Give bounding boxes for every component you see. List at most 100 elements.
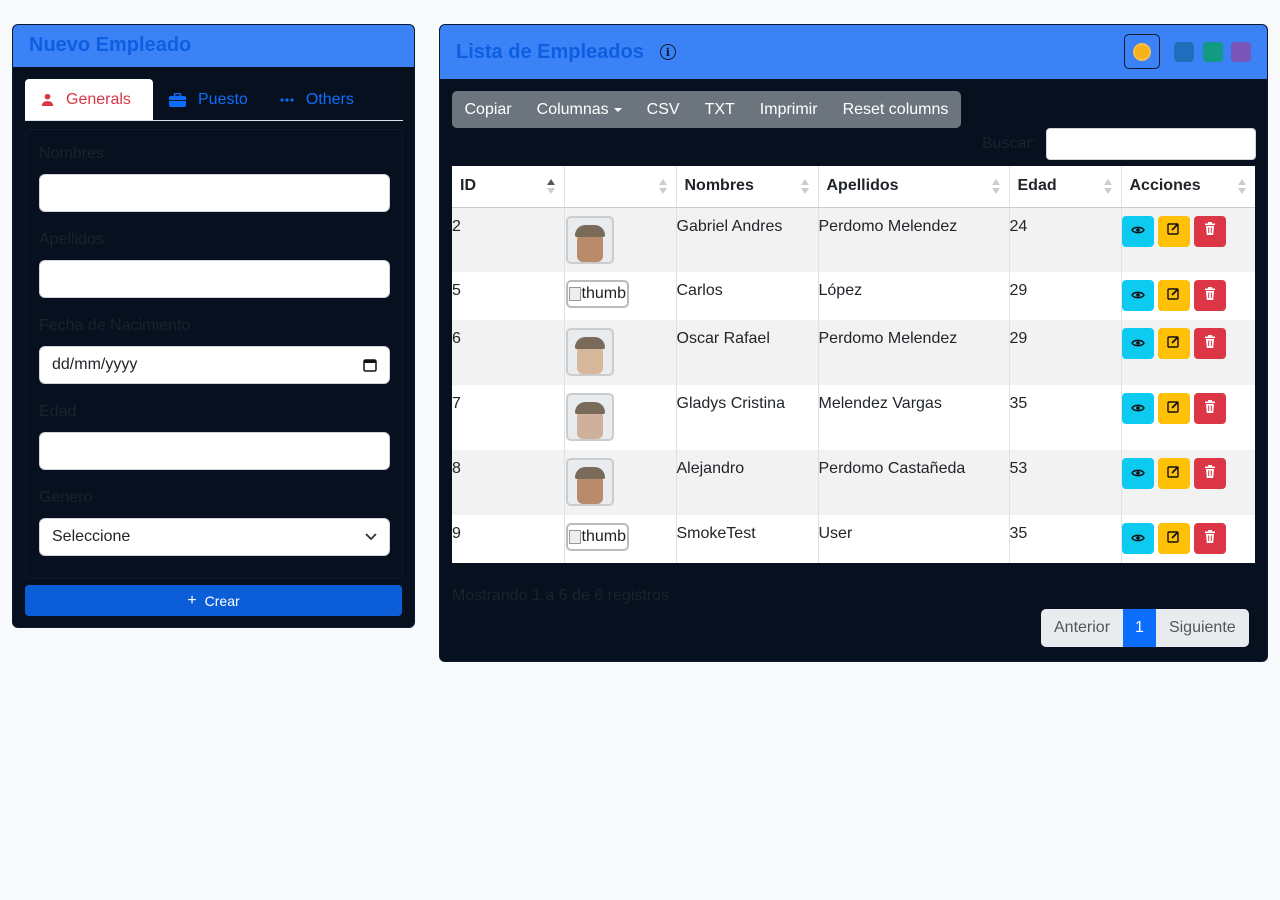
cell-nombres: Gabriel Andres <box>676 207 819 272</box>
cell-apellidos: López <box>818 272 1010 320</box>
edit-button[interactable] <box>1157 458 1190 489</box>
edit-button[interactable] <box>1157 280 1190 311</box>
generals-pane: Nombres Apellidos Fecha de Nacimiento dd… <box>25 129 403 579</box>
nombres-label: Nombres <box>39 145 104 162</box>
cell-edad: 35 <box>1009 385 1122 450</box>
pagination-page-1[interactable]: 1 <box>1123 609 1156 647</box>
edad-input[interactable] <box>39 432 390 470</box>
cell-acciones <box>1121 207 1255 272</box>
employee-photo <box>565 458 614 506</box>
employee-list-title: Lista de Empleados <box>456 40 644 63</box>
delete-button[interactable] <box>1193 393 1226 424</box>
copy-button[interactable]: Copiar <box>452 91 524 128</box>
cell-nombres: Alejandro <box>676 450 819 515</box>
thumb-alt-text: thumb <box>581 528 626 545</box>
dots-icon <box>280 97 294 102</box>
trash-icon <box>1204 529 1216 548</box>
info-icon[interactable]: i <box>659 44 676 60</box>
apellidos-label: Apellidos <box>39 231 104 248</box>
tab-puesto[interactable]: Puesto <box>153 79 264 120</box>
delete-button[interactable] <box>1193 328 1226 359</box>
theme-swatch-blue[interactable] <box>1174 42 1194 62</box>
theme-swatch-teal[interactable] <box>1203 42 1223 62</box>
employee-photo <box>565 393 614 441</box>
cell-acciones <box>1121 450 1255 515</box>
cell-id: 5 <box>452 272 565 320</box>
pagination-next[interactable]: Siguiente <box>1156 609 1249 647</box>
tab-others[interactable]: Others <box>264 79 370 120</box>
edit-icon <box>1167 400 1180 418</box>
search-input[interactable] <box>1046 128 1256 160</box>
column-header-id[interactable]: ID <box>452 166 565 208</box>
tab-generals[interactable]: Generals <box>25 79 153 120</box>
eye-icon <box>1130 400 1145 418</box>
view-button[interactable] <box>1121 328 1154 359</box>
delete-button[interactable] <box>1193 280 1226 311</box>
eye-icon <box>1130 465 1145 483</box>
delete-button[interactable] <box>1193 215 1226 247</box>
edit-icon <box>1167 465 1180 483</box>
delete-button[interactable] <box>1193 458 1226 489</box>
delete-button[interactable] <box>1193 523 1226 554</box>
fecha-input[interactable]: dd/mm/yyyy <box>39 346 390 384</box>
column-header-acciones[interactable]: Acciones <box>1121 166 1255 208</box>
column-header-photo[interactable] <box>564 166 677 208</box>
edit-button[interactable] <box>1157 523 1190 554</box>
pagination-prev[interactable]: Anterior <box>1041 609 1123 647</box>
csv-button[interactable]: CSV <box>634 91 692 128</box>
theme-swatch-purple[interactable] <box>1231 42 1251 62</box>
view-button[interactable] <box>1121 523 1154 554</box>
tab-generals-label: Generals <box>66 90 131 108</box>
view-button[interactable] <box>1121 458 1154 489</box>
theme-toggle-button[interactable] <box>1124 34 1160 69</box>
sort-icon <box>658 179 667 194</box>
edit-button[interactable] <box>1157 215 1190 247</box>
search-label: Buscar: <box>982 135 1037 152</box>
view-button[interactable] <box>1121 393 1154 424</box>
print-button[interactable]: Imprimir <box>747 91 830 128</box>
table-row: 7 Gladys Cristina Melendez Vargas 35 <box>452 385 1255 450</box>
reset-columns-button[interactable]: Reset columns <box>830 91 961 128</box>
apellidos-input[interactable] <box>39 260 390 298</box>
employee-table-body: 2 Gabriel Andres Perdomo Melendez 24 5 thumb C… <box>452 207 1255 563</box>
create-button[interactable]: + Crear <box>25 585 402 616</box>
create-button-label: Crear <box>204 592 240 609</box>
cell-acciones <box>1121 515 1255 563</box>
form-tabs: Generals Puesto Others <box>25 79 403 121</box>
column-header-nombres[interactable]: Nombres <box>676 166 819 208</box>
edit-icon <box>1167 222 1180 240</box>
edit-button[interactable] <box>1157 393 1190 424</box>
eye-icon <box>1130 287 1145 305</box>
sort-asc-icon <box>546 179 555 194</box>
cell-edad: 53 <box>1009 450 1122 515</box>
cell-nombres: SmokeTest <box>676 515 819 563</box>
cell-photo <box>564 320 677 385</box>
txt-button[interactable]: TXT <box>692 91 747 128</box>
nombres-input[interactable] <box>39 174 390 212</box>
trash-icon <box>1204 464 1216 483</box>
edit-button[interactable] <box>1157 328 1190 359</box>
cell-acciones <box>1121 272 1255 320</box>
columns-button[interactable]: Columnas <box>524 91 634 128</box>
cell-id: 2 <box>452 207 565 272</box>
cell-edad: 29 <box>1009 320 1122 385</box>
table-row: 6 Oscar Rafael Perdomo Melendez 29 <box>452 320 1255 385</box>
employee-list-card: Lista de Empleados i Copiar Columnas CSV… <box>439 24 1268 662</box>
cell-nombres: Gladys Cristina <box>676 385 819 450</box>
trash-icon <box>1204 286 1216 305</box>
sort-icon <box>800 179 809 194</box>
cell-nombres: Oscar Rafael <box>676 320 819 385</box>
cell-apellidos: Perdomo Melendez <box>818 207 1010 272</box>
employee-table: ID Nombres Apellidos Edad Acciones 2 Gabr… <box>452 166 1255 563</box>
export-toolbar: Copiar Columnas CSV TXT Imprimir Reset c… <box>452 91 961 128</box>
column-header-apellidos[interactable]: Apellidos <box>818 166 1010 208</box>
table-row: 2 Gabriel Andres Perdomo Melendez 24 <box>452 207 1255 272</box>
cell-photo: thumb <box>564 272 677 320</box>
view-button[interactable] <box>1121 280 1154 311</box>
column-header-edad[interactable]: Edad <box>1009 166 1122 208</box>
calendar-icon[interactable] <box>363 358 377 372</box>
genero-select[interactable]: Seleccione <box>39 518 390 556</box>
edit-icon <box>1167 287 1180 305</box>
view-button[interactable] <box>1121 215 1154 247</box>
plus-icon: + <box>187 591 197 609</box>
